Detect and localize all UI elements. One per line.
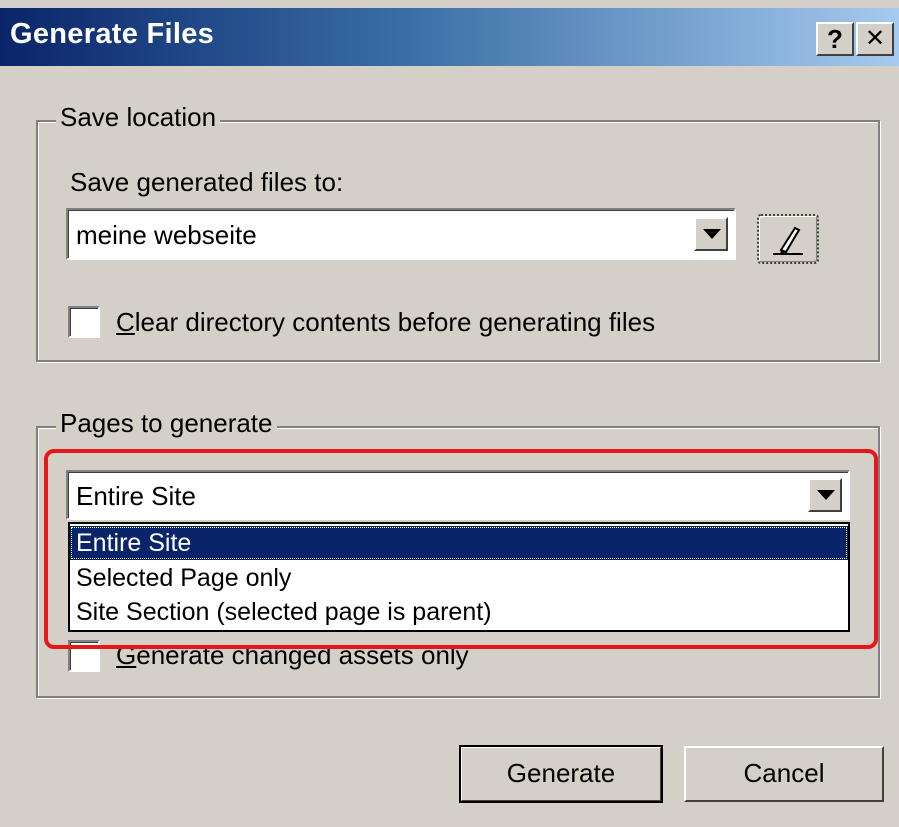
changed-assets-mnemonic: G	[116, 640, 137, 670]
pencil-icon	[773, 226, 803, 255]
clear-directory-label[interactable]: Clear directory contents before generati…	[116, 307, 655, 338]
close-button[interactable]: ✕	[856, 22, 894, 56]
clear-directory-checkbox[interactable]	[68, 306, 100, 338]
chevron-down-icon[interactable]	[808, 478, 842, 512]
pages-to-generate-combo[interactable]: Entire Site	[66, 470, 850, 520]
generate-files-dialog: Generate Files ? ✕ Save location Save ge…	[0, 0, 899, 827]
dropdown-option-entire-site[interactable]: Entire Site	[70, 526, 848, 560]
pages-to-generate-value: Entire Site	[76, 481, 196, 511]
window-title: Generate Files	[10, 18, 215, 50]
save-location-value: meine webseite	[76, 220, 257, 250]
browse-button[interactable]	[757, 214, 819, 264]
pages-dropdown-list[interactable]: Entire Site Selected Page only Site Sect…	[68, 522, 850, 632]
clear-directory-label-text: lear directory contents before generatin…	[134, 307, 656, 337]
changed-assets-label[interactable]: Generate changed assets only	[116, 640, 469, 671]
dropdown-option-selected-page-only[interactable]: Selected Page only	[70, 561, 848, 595]
save-files-to-label: Save generated files to:	[70, 167, 344, 197]
save-location-legend: Save location	[56, 102, 221, 133]
title-bar[interactable]: Generate Files ? ✕	[0, 8, 899, 66]
generate-button[interactable]: Generate	[459, 745, 663, 803]
pages-to-generate-legend: Pages to generate	[56, 408, 277, 439]
cancel-button[interactable]: Cancel	[684, 746, 884, 802]
changed-assets-label-text: enerate changed assets only	[136, 640, 469, 670]
clear-directory-mnemonic: C	[116, 307, 135, 337]
changed-assets-checkbox[interactable]	[68, 640, 100, 672]
save-location-combo[interactable]: meine webseite	[66, 208, 736, 260]
chevron-down-icon[interactable]	[694, 217, 728, 251]
dropdown-option-site-section[interactable]: Site Section (selected page is parent)	[70, 595, 848, 629]
help-button[interactable]: ?	[816, 22, 854, 56]
